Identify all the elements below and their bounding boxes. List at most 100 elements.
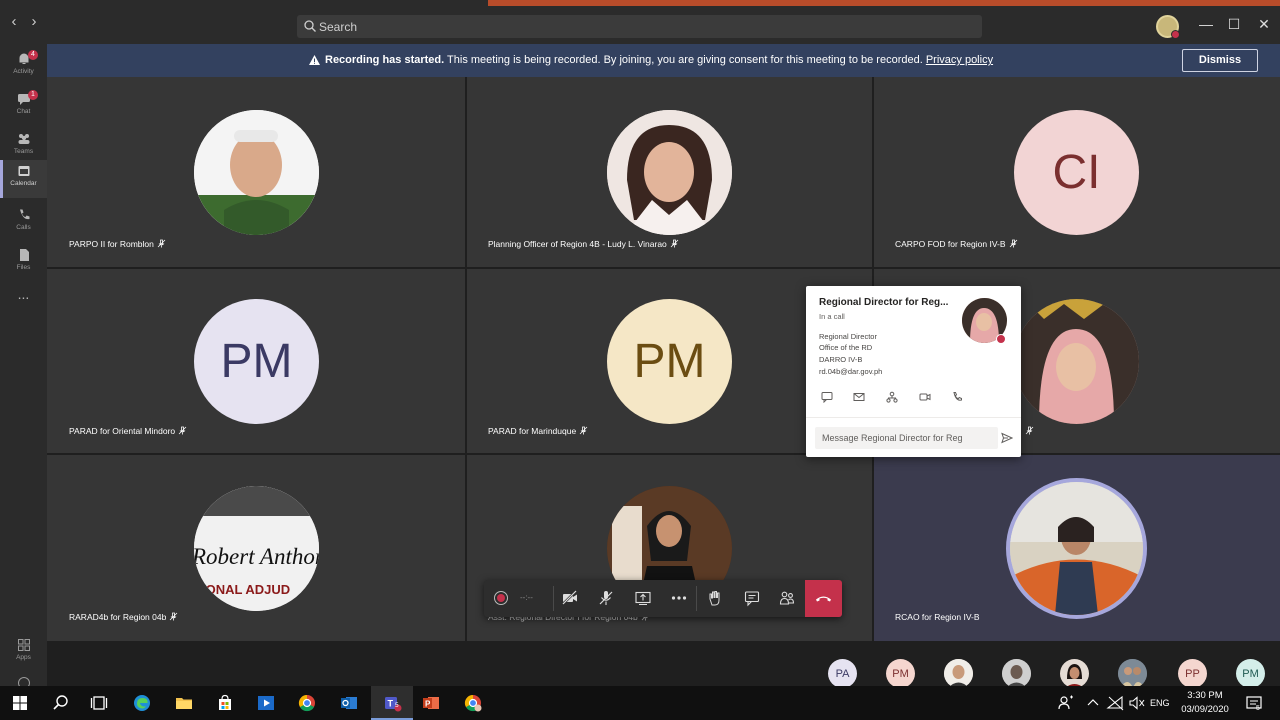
minimize-icon[interactable]: — [1198,16,1214,32]
rail-item-calendar[interactable]: Calendar [0,160,47,198]
audio-call-icon[interactable] [951,391,963,403]
contact-name[interactable]: Regional Director for Reg... [819,297,948,308]
more-icon: ... [17,286,30,302]
chat-icon[interactable] [743,589,761,607]
rail-item-chat[interactable]: Chat 1 [0,88,47,126]
roster-avatar-photo[interactable] [1060,659,1089,688]
participant-tile[interactable]: Planning Officer of Region 4B - Ludy L. … [467,77,872,267]
mic-off-icon [1025,426,1034,435]
roster-avatar[interactable]: PM [1236,659,1265,688]
roster-photo [944,659,973,688]
roster-photo [1002,659,1031,688]
privacy-policy-link[interactable]: Privacy policy [926,54,993,66]
close-icon[interactable]: ✕ [1256,16,1272,32]
rail-item-activity[interactable]: Activity 4 [0,48,47,86]
participant-tile[interactable]: CI CARPO FOD for Region IV-B [874,77,1280,267]
volume-icon[interactable] [1127,693,1147,713]
windows-start-icon[interactable] [10,693,30,713]
participant-photo [1010,482,1143,615]
participant-name: RARAD4b for Region 04b [69,612,178,622]
chrome-icon[interactable] [297,693,317,713]
participant-avatar [194,110,319,235]
taskbar-teams-active[interactable]: T 5 [371,686,413,720]
calendar-icon [18,166,29,176]
rail-label: Files [16,264,31,271]
divider [553,586,554,611]
file-explorer-icon[interactable] [174,693,194,713]
notification-badge: 4 [28,50,38,60]
roster-avatar-photo[interactable] [1002,659,1031,688]
participant-initials: PM [194,299,319,424]
forward-icon[interactable]: › [26,14,42,30]
contact-email[interactable]: rd.04b@dar.gov.ph [819,367,882,376]
back-icon[interactable]: ‹ [6,14,22,30]
teams-icon: T [385,697,402,712]
more-options-icon[interactable] [670,589,688,607]
camera-off-icon[interactable] [561,589,579,607]
video-call-icon[interactable] [919,391,931,403]
hang-up-button[interactable] [805,580,842,617]
outlook-icon[interactable] [339,693,359,713]
notification-center-icon[interactable] [1244,693,1264,713]
chat-icon[interactable] [821,391,833,403]
search-icon[interactable] [51,693,71,713]
roster-avatar-photo[interactable] [944,659,973,688]
rail-label: Calls [16,224,31,231]
share-screen-icon[interactable] [634,589,652,607]
rail-item-calls[interactable]: Calls [0,204,47,242]
roster-avatar-photo[interactable] [1118,659,1147,688]
participant-tile[interactable]: Robert Anthony IONAL ADJUD RARAD4b for Re… [47,455,465,641]
rail-item-apps[interactable]: Apps [0,634,47,672]
rail-item-files[interactable]: Files [0,244,47,282]
search-input[interactable] [319,17,969,36]
roster-avatar[interactable]: PA [828,659,857,688]
file-icon [19,249,29,261]
send-icon[interactable] [1001,432,1013,444]
search-box[interactable] [297,15,982,38]
presence-busy-icon [996,334,1006,344]
powerpoint-icon[interactable]: P [421,693,441,713]
edge-icon[interactable] [132,693,152,713]
title-bar: ‹ › — ☐ ✕ [0,0,1280,44]
help-icon[interactable] [0,674,47,689]
dismiss-button[interactable]: Dismiss [1182,49,1258,72]
roster-avatar[interactable]: PM [886,659,915,688]
participant-photo [194,110,319,235]
mail-icon[interactable] [853,391,865,403]
participant-tile-speaking[interactable]: RCAO for Region IV-B [874,455,1280,641]
photo-text: Robert Anthony [194,544,319,569]
system-clock[interactable]: 3:30 PM 03/09/2020 [1178,689,1232,717]
chevron-up-icon[interactable] [1086,693,1100,713]
raise-hand-icon[interactable] [706,589,724,607]
media-player-icon[interactable] [256,693,276,713]
rail-label: Teams [13,148,34,155]
message-input[interactable] [822,430,992,446]
participant-tile[interactable]: PARPO II for Romblon [47,77,465,267]
warning-icon [309,55,320,65]
roster-avatar[interactable]: PP [1178,659,1207,688]
search-icon [304,20,316,32]
rail-item-more[interactable]: ... [0,282,47,320]
recording-message: Recording has started. This meeting is b… [325,54,993,66]
chrome-profile-icon[interactable] [463,693,483,713]
recording-banner: Recording has started. This meeting is b… [47,44,1280,77]
message-box[interactable] [815,427,998,449]
org-chart-icon[interactable] [886,391,898,403]
mic-off-icon[interactable] [597,589,615,607]
store-icon[interactable] [215,693,235,713]
app-rail: Activity 4 Chat 1 Teams Calendar Calls F… [0,44,47,689]
divider [696,586,697,611]
participant-tile[interactable]: PM PARAD for Oriental Mindoro [47,269,465,453]
profile-avatar[interactable] [1156,15,1180,39]
network-icon[interactable] [1106,693,1126,713]
participant-photo [1014,299,1139,424]
task-view-icon[interactable] [89,693,109,713]
notification-badge: 1 [28,90,38,100]
maximize-icon[interactable]: ☐ [1226,16,1242,32]
contact-department: Office of the RD [819,343,873,352]
language-indicator[interactable]: ENG [1150,698,1170,708]
people-icon[interactable] [1056,693,1076,713]
svg-text:P: P [425,700,431,709]
participants-icon[interactable] [778,589,796,607]
participant-name: RCAO for Region IV-B [895,612,980,622]
